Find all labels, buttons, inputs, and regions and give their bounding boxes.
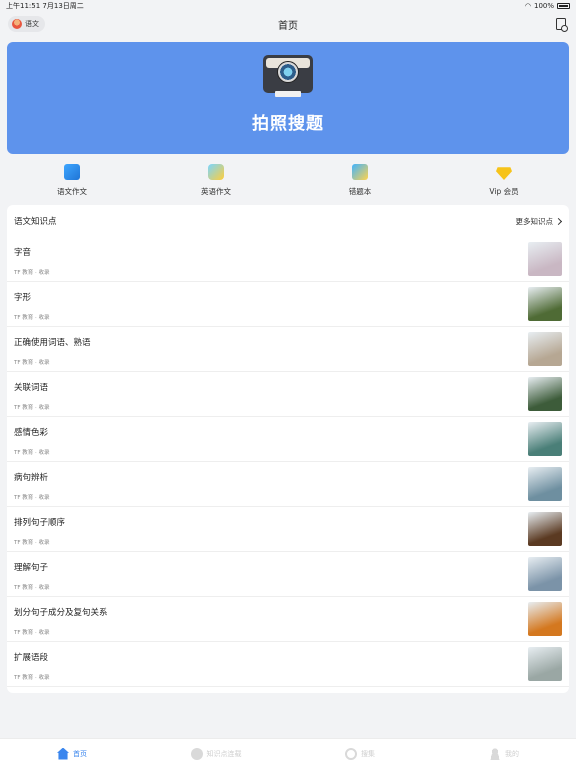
quick-label: 错题本 bbox=[348, 187, 372, 196]
list-item[interactable]: 排列句子顺序 TF 教育 · 收录 bbox=[7, 507, 569, 552]
vip-diamond-icon bbox=[496, 167, 512, 180]
item-thumbnail bbox=[528, 557, 562, 591]
banner-label: 拍照搜题 bbox=[252, 113, 324, 134]
subject-avatar-icon bbox=[12, 19, 22, 29]
quick-item-mistake-book[interactable]: 错题本 bbox=[288, 160, 432, 200]
photo-search-banner[interactable]: 拍照搜题 bbox=[7, 42, 569, 154]
quick-label: Vip 会员 bbox=[489, 187, 519, 196]
section-title: 语文知识点 bbox=[14, 217, 57, 227]
item-meta: TF 教育 · 收录 bbox=[14, 675, 50, 681]
item-title: 关联词语 bbox=[14, 383, 49, 393]
item-thumbnail bbox=[528, 422, 562, 456]
status-indicators: ◠ 100% bbox=[525, 2, 570, 10]
list-item[interactable]: 关联词语 TF 教育 · 收录 bbox=[7, 372, 569, 417]
list-item[interactable]: 理解句子 TF 教育 · 收录 bbox=[7, 552, 569, 597]
subject-label: 语文 bbox=[25, 20, 39, 28]
item-thumbnail bbox=[528, 467, 562, 501]
essay-icon bbox=[64, 164, 80, 180]
tab-label: 搜集 bbox=[361, 749, 375, 758]
item-meta: TF 教育 · 收录 bbox=[14, 585, 50, 591]
subject-switch-button[interactable]: 语文 bbox=[8, 16, 45, 32]
quick-item-english-essay[interactable]: 英语作文 bbox=[144, 160, 288, 200]
item-title: 病句辨析 bbox=[14, 473, 49, 483]
item-title: 排列句子顺序 bbox=[14, 518, 66, 528]
item-title: 扩展语段 bbox=[14, 653, 49, 663]
list-item[interactable]: 字形 TF 教育 · 收录 bbox=[7, 282, 569, 327]
more-link[interactable]: 更多知识点 bbox=[515, 216, 563, 227]
item-meta: TF 教育 · 收录 bbox=[14, 270, 50, 276]
item-title: 字音 bbox=[14, 248, 32, 258]
quick-label: 语文作文 bbox=[57, 187, 87, 196]
quick-item-essay[interactable]: 语文作文 bbox=[0, 160, 144, 200]
battery-icon bbox=[557, 3, 570, 9]
tab-home[interactable]: 首页 bbox=[0, 739, 144, 768]
item-title: 正确使用词语、熟语 bbox=[14, 338, 91, 348]
camera-icon bbox=[263, 54, 313, 97]
nav-bar: 语文 首页 bbox=[0, 12, 576, 36]
status-time: 上午11:51 7月13日周二 bbox=[6, 2, 84, 10]
book-icon bbox=[190, 747, 203, 760]
knowledge-card: 语文知识点 更多知识点 字音 TF 教育 · 收录 字形 TF 教育 · 收录 … bbox=[7, 205, 569, 693]
history-icon[interactable] bbox=[556, 18, 568, 32]
list-item[interactable]: 划分句子成分及复句关系 TF 教育 · 收录 bbox=[7, 597, 569, 642]
item-meta: TF 教育 · 收录 bbox=[14, 405, 50, 411]
list-item[interactable]: 扩展语段 TF 教育 · 收录 bbox=[7, 642, 569, 687]
tab-collect[interactable]: 搜集 bbox=[288, 739, 432, 768]
status-bar: 上午11:51 7月13日周二 ◠ 100% bbox=[0, 0, 576, 12]
more-label: 更多知识点 bbox=[515, 216, 554, 226]
item-thumbnail bbox=[528, 647, 562, 681]
mistake-book-icon bbox=[352, 164, 368, 180]
item-thumbnail bbox=[528, 512, 562, 546]
quick-actions: 语文作文 英语作文 错题本 Vip 会员 bbox=[0, 160, 576, 200]
tab-knowledge-series[interactable]: 知识点连载 bbox=[144, 739, 288, 768]
section-header: 语文知识点 更多知识点 bbox=[7, 205, 569, 237]
item-meta: TF 教育 · 收录 bbox=[14, 540, 50, 546]
item-thumbnail bbox=[528, 287, 562, 321]
item-meta: TF 教育 · 收录 bbox=[14, 360, 50, 366]
tab-bar: 首页 知识点连载 搜集 我的 bbox=[0, 738, 576, 768]
page-title: 首页 bbox=[278, 20, 298, 32]
knowledge-list: 字音 TF 教育 · 收录 字形 TF 教育 · 收录 正确使用词语、熟语 TF… bbox=[7, 237, 569, 687]
list-item[interactable]: 病句辨析 TF 教育 · 收录 bbox=[7, 462, 569, 507]
tab-mine[interactable]: 我的 bbox=[432, 739, 576, 768]
search-icon bbox=[345, 747, 357, 760]
list-item[interactable]: 感情色彩 TF 教育 · 收录 bbox=[7, 417, 569, 462]
quick-item-vip[interactable]: Vip 会员 bbox=[432, 160, 576, 200]
item-title: 划分句子成分及复句关系 bbox=[14, 608, 108, 618]
item-title: 理解句子 bbox=[14, 563, 49, 573]
tab-label: 我的 bbox=[505, 749, 519, 758]
item-meta: TF 教育 · 收录 bbox=[14, 495, 50, 501]
item-thumbnail bbox=[528, 602, 562, 636]
list-item[interactable]: 字音 TF 教育 · 收录 bbox=[7, 237, 569, 282]
wifi-icon: ◠ bbox=[524, 2, 531, 10]
item-meta: TF 教育 · 收录 bbox=[14, 315, 50, 321]
item-title: 感情色彩 bbox=[14, 428, 49, 438]
english-essay-icon bbox=[208, 164, 224, 180]
item-meta: TF 教育 · 收录 bbox=[14, 450, 50, 456]
item-thumbnail bbox=[528, 377, 562, 411]
tab-label: 知识点连载 bbox=[206, 749, 242, 758]
item-thumbnail bbox=[528, 242, 562, 276]
item-thumbnail bbox=[528, 332, 562, 366]
item-title: 字形 bbox=[14, 293, 32, 303]
chevron-right-icon bbox=[554, 217, 563, 225]
tab-label: 首页 bbox=[73, 749, 87, 758]
home-icon bbox=[57, 747, 69, 760]
item-meta: TF 教育 · 收录 bbox=[14, 630, 50, 636]
user-icon bbox=[489, 747, 501, 760]
battery-percent: 100% bbox=[533, 2, 554, 10]
quick-label: 英语作文 bbox=[201, 187, 231, 196]
list-item[interactable]: 正确使用词语、熟语 TF 教育 · 收录 bbox=[7, 327, 569, 372]
